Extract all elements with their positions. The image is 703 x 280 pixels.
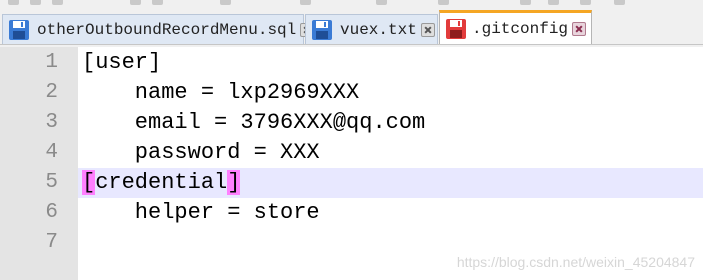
close-icon[interactable] (572, 22, 587, 36)
toolbar-icon[interactable] (152, 0, 163, 5)
toolbar-icon[interactable] (614, 0, 625, 5)
tab-othe-sql[interactable]: otherOutboundRecordMenu.sql (2, 14, 315, 44)
tab-label: vuex.txt (340, 20, 417, 39)
code-line[interactable]: name = lxp2969XXX (82, 78, 359, 108)
toolbar-icon[interactable] (220, 0, 231, 5)
toolbar-icon[interactable] (52, 0, 63, 5)
line-number-gutter: 1 2 3 4 5 6 7 (0, 47, 78, 280)
code-line[interactable]: [user] (82, 48, 161, 78)
line-number: 7 (45, 231, 58, 254)
matched-bracket-open: [ (82, 170, 96, 195)
matched-bracket-close: ] (227, 170, 241, 195)
code-line[interactable]: email = 3796XXX@qq.com (82, 108, 425, 138)
line-number: 6 (45, 201, 58, 224)
toolbar-icon[interactable] (376, 0, 387, 5)
text-editor[interactable]: [user] name = lxp2969XXX email = 3796XXX… (78, 47, 703, 280)
toolbar-icon[interactable] (580, 0, 591, 5)
tab-bar: otherOutboundRecordMenu.sql vuex.txt .gi… (0, 6, 703, 45)
line-number: 5 (45, 171, 58, 194)
toolbar-icon[interactable] (520, 0, 531, 5)
code-line[interactable]: password = XXX (82, 138, 320, 168)
floppy-disk-icon (9, 19, 29, 40)
floppy-disk-icon (312, 19, 332, 40)
line-number: 1 (45, 51, 58, 74)
line-number: 4 (45, 141, 58, 164)
line-number: 2 (45, 81, 58, 104)
tab-label: otherOutboundRecordMenu.sql (37, 20, 297, 39)
floppy-disk-unsaved-icon (446, 19, 466, 39)
section-name: credential (95, 170, 228, 195)
tab-gitconfig[interactable]: .gitconfig (439, 10, 592, 45)
line-number: 3 (45, 111, 58, 134)
code-line-current[interactable]: [credential] (82, 168, 241, 198)
toolbar-icon[interactable] (130, 0, 141, 5)
toolbar-icon[interactable] (438, 0, 449, 5)
toolbar-icon[interactable] (30, 0, 41, 5)
toolbar-icon[interactable] (8, 0, 19, 5)
close-icon[interactable] (420, 22, 435, 37)
toolbar-icon[interactable] (300, 0, 311, 5)
code-line[interactable]: helper = store (82, 198, 320, 228)
tab-label: .gitconfig (472, 20, 569, 38)
watermark: https://blog.csdn.net/weixin_45204847 (456, 254, 695, 270)
tab-vuex-txt[interactable]: vuex.txt (305, 14, 438, 44)
toolbar-icon[interactable] (548, 0, 559, 5)
